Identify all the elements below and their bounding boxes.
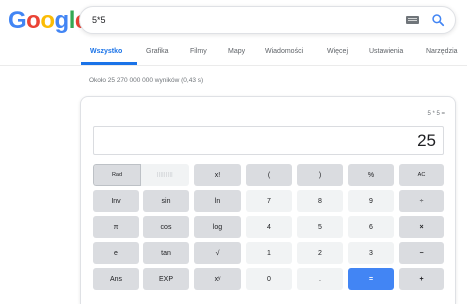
digit-5-key[interactable]: 5: [297, 216, 343, 238]
right-paren-key[interactable]: ): [297, 164, 343, 186]
search-tabs: Wszystko Grafika Filmy Mapy Wiadomości W…: [0, 44, 467, 66]
calculator-history: 5 * 5 =: [427, 111, 445, 117]
logo-letter: o: [40, 7, 55, 34]
digit-2-key[interactable]: 2: [297, 242, 343, 264]
calculator-result: 25: [417, 131, 436, 150]
tab-all[interactable]: Wszystko: [90, 48, 122, 55]
logo-letter: G: [8, 7, 27, 34]
left-paren-key[interactable]: (: [246, 164, 292, 186]
digit-7-key[interactable]: 7: [246, 190, 292, 212]
digit-1-key[interactable]: 1: [246, 242, 292, 264]
keyboard-icon[interactable]: [406, 16, 419, 24]
digit-6-key[interactable]: 6: [348, 216, 394, 238]
inverse-key[interactable]: Inv: [93, 190, 139, 212]
logo-letter: o: [26, 7, 41, 34]
ln-key[interactable]: ln: [194, 190, 241, 212]
tan-key[interactable]: tan: [143, 242, 189, 264]
deg-button[interactable]: |||||||||: [141, 164, 189, 186]
decimal-point-key[interactable]: .: [297, 268, 343, 290]
ans-key[interactable]: Ans: [93, 268, 139, 290]
tab-news[interactable]: Wiadomości: [265, 48, 303, 55]
header-divider: [0, 65, 467, 66]
tab-more[interactable]: Więcej: [327, 48, 348, 55]
plus-key[interactable]: +: [399, 268, 444, 290]
sin-key[interactable]: sin: [143, 190, 189, 212]
e-key[interactable]: e: [93, 242, 139, 264]
tab-images[interactable]: Grafika: [146, 48, 169, 55]
multiply-key[interactable]: ×: [399, 216, 444, 238]
search-icon[interactable]: [431, 13, 445, 27]
tab-settings[interactable]: Ustawienia: [369, 48, 403, 55]
power-key[interactable]: xʸ: [194, 268, 241, 290]
factorial-key[interactable]: x!: [194, 164, 241, 186]
angle-mode-toggle: Rad |||||||||: [93, 164, 189, 186]
divide-key[interactable]: ÷: [399, 190, 444, 212]
log-key[interactable]: log: [194, 216, 241, 238]
pi-key[interactable]: π: [93, 216, 139, 238]
result-stats: Około 25 270 000 000 wyników (0,43 s): [89, 77, 204, 84]
minus-key[interactable]: −: [399, 242, 444, 264]
all-clear-key[interactable]: AC: [399, 164, 444, 186]
percent-key[interactable]: %: [348, 164, 394, 186]
tab-videos[interactable]: Filmy: [190, 48, 207, 55]
search-input[interactable]: [92, 7, 372, 33]
rad-button[interactable]: Rad: [93, 164, 141, 186]
equals-key[interactable]: =: [348, 268, 394, 290]
search-box: [79, 6, 456, 34]
digit-3-key[interactable]: 3: [348, 242, 394, 264]
tab-tools[interactable]: Narzędzia: [426, 48, 458, 55]
digit-4-key[interactable]: 4: [246, 216, 292, 238]
exp-key[interactable]: EXP: [143, 268, 189, 290]
sqrt-key[interactable]: √: [194, 242, 241, 264]
logo-letter: g: [54, 7, 70, 34]
digit-8-key[interactable]: 8: [297, 190, 343, 212]
tab-maps[interactable]: Mapy: [228, 48, 245, 55]
digit-9-key[interactable]: 9: [348, 190, 394, 212]
calculator-widget: 5 * 5 = 25 Rad ||||||||| x! ( ) % AC Inv…: [80, 96, 456, 304]
digit-0-key[interactable]: 0: [246, 268, 292, 290]
cos-key[interactable]: cos: [143, 216, 189, 238]
google-logo[interactable]: Google: [8, 8, 88, 34]
calculator-display: 25: [93, 126, 444, 155]
